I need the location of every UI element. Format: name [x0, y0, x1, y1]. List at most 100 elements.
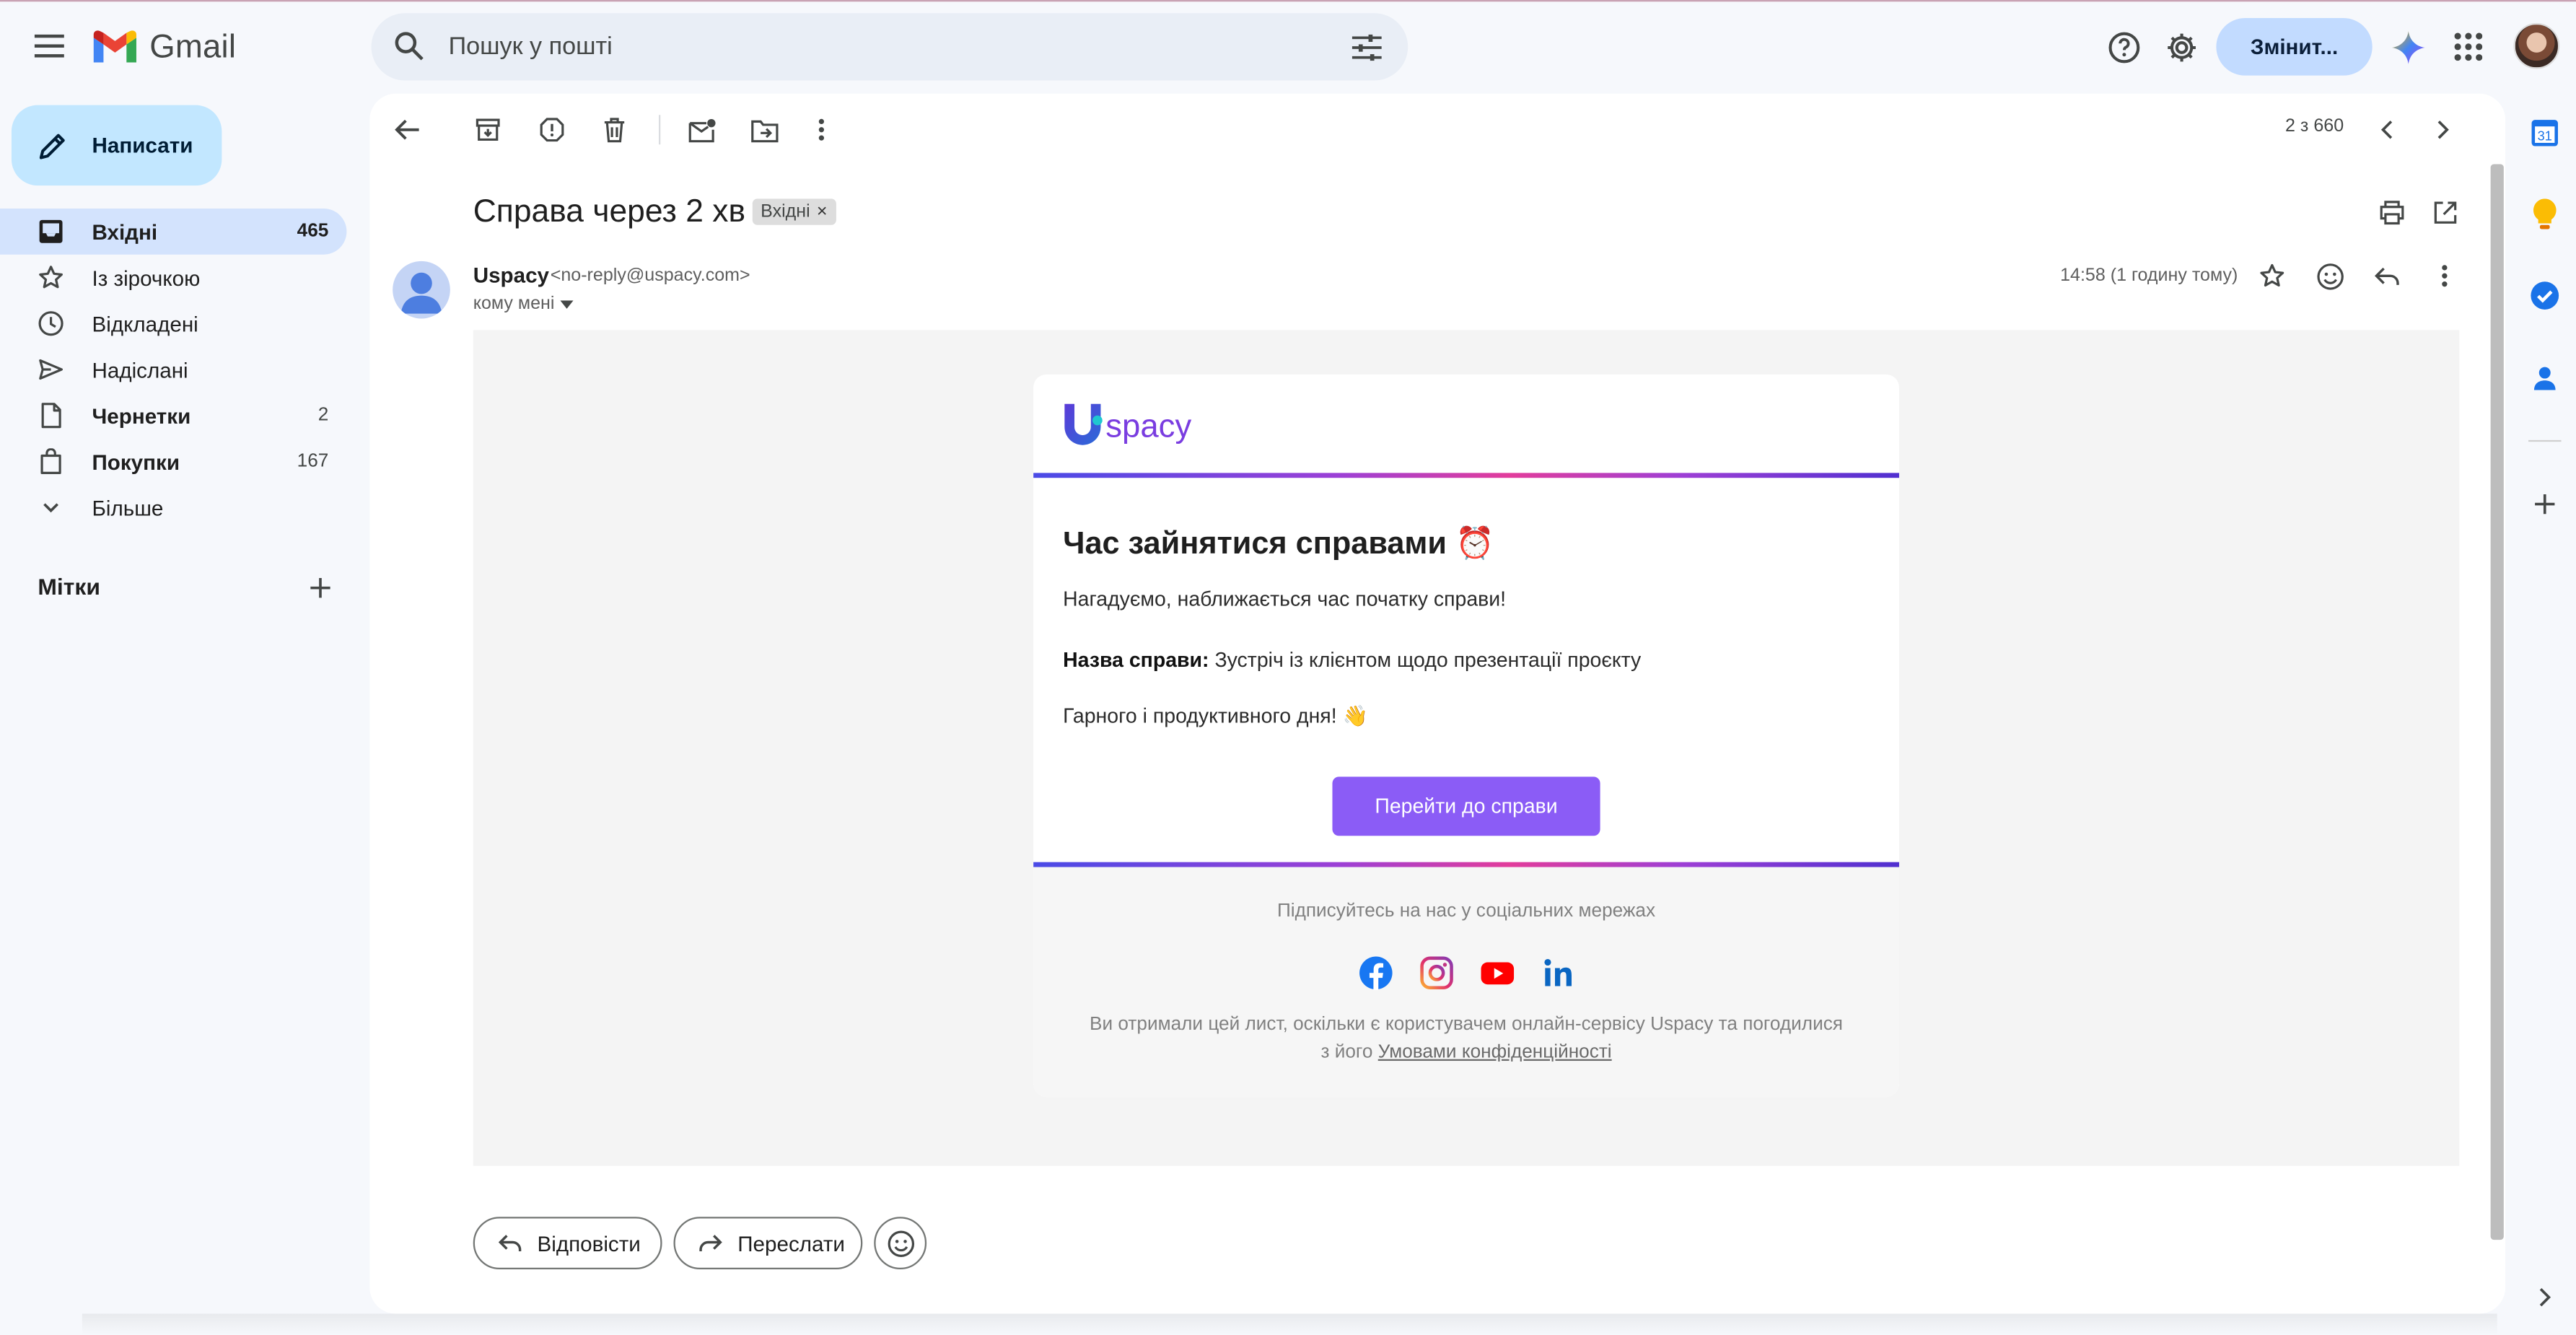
sidebar-item-inbox[interactable]: Вхідні 465 — [0, 209, 347, 255]
help-icon[interactable] — [2106, 30, 2141, 64]
expand-panel-chevron-icon[interactable] — [2528, 1281, 2562, 1314]
sidebar-item-label: Більше — [92, 495, 164, 520]
archive-icon[interactable] — [473, 115, 503, 144]
add-addon-plus-icon[interactable] — [2528, 488, 2562, 521]
rail-divider — [2528, 439, 2562, 442]
uspacy-logo: spacy — [1063, 403, 1214, 449]
email-heading: Час зайнятися справами ⏰ — [1063, 527, 1494, 562]
star-message-icon[interactable] — [2256, 260, 2289, 293]
sidebar-item-starred[interactable]: Із зірочкою — [0, 255, 346, 301]
sender-avatar — [393, 261, 450, 319]
emoji-reaction-button[interactable] — [874, 1217, 927, 1270]
print-icon[interactable] — [2378, 197, 2407, 227]
report-spam-icon[interactable] — [538, 115, 567, 144]
gradient-divider-top — [1033, 473, 1899, 478]
email-card: spacy Час зайнятися справами ⏰ Нагадуємо… — [1033, 374, 1899, 1098]
sidebar-item-label: Покупки — [92, 449, 180, 474]
gmail-m-icon — [93, 30, 136, 63]
forward-arrow-icon — [695, 1228, 724, 1258]
main-menu-button[interactable] — [28, 23, 74, 69]
search-icon[interactable] — [393, 30, 426, 63]
unread-count: 465 — [297, 222, 329, 242]
task-name: Зустріч із клієнтом щодо презентації про… — [1209, 648, 1642, 672]
sidebar-item-sent[interactable]: Надіслані — [0, 346, 346, 393]
sidebar-item-drafts[interactable]: Чернетки 2 — [0, 393, 346, 439]
search-options-icon[interactable] — [1351, 31, 1384, 64]
sender-name[interactable]: Uspacy — [473, 263, 549, 287]
smiley-icon — [886, 1229, 914, 1257]
tasks-check-icon[interactable] — [2528, 279, 2562, 312]
send-icon — [38, 356, 63, 382]
label-chip-text: Вхідні — [761, 201, 810, 222]
instagram-icon[interactable] — [1419, 955, 1454, 990]
youtube-icon[interactable] — [1480, 955, 1515, 990]
settings-gear-icon[interactable] — [2164, 30, 2199, 64]
sidebar-item-label: Відкладені — [92, 311, 198, 336]
search-bar[interactable] — [371, 13, 1409, 81]
back-arrow-icon[interactable] — [393, 115, 422, 144]
keep-bulb-icon[interactable] — [2528, 197, 2562, 230]
reply-icon[interactable] — [2370, 260, 2404, 293]
sidebar-item-label: Надіслані — [92, 356, 188, 382]
purchases-count: 167 — [297, 451, 329, 472]
message-more-vert-icon[interactable] — [2428, 260, 2461, 293]
task-line: Назва справи: Зустріч із клієнтом щодо п… — [1063, 649, 1641, 672]
sidebar-item-label: Вхідні — [92, 219, 158, 244]
compose-button[interactable]: Написати — [11, 105, 222, 186]
account-avatar[interactable] — [2513, 22, 2560, 69]
task-label: Назва справи: — [1063, 648, 1209, 672]
calendar-day: 31 — [2538, 129, 2552, 144]
apps-grid-icon[interactable] — [2451, 30, 2486, 64]
sidebar-item-label: Чернетки — [92, 403, 191, 428]
forward-button[interactable]: Переслати — [673, 1217, 863, 1270]
remove-label-x-icon[interactable]: × — [817, 202, 828, 222]
linkedin-icon[interactable] — [1541, 955, 1576, 990]
legal-text: Ви отримали цей лист, оскільки є користу… — [1033, 1012, 1899, 1067]
bottom-shadow — [82, 1313, 2497, 1335]
sender-email: <no-reply@uspacy.com> — [550, 266, 750, 286]
search-input[interactable] — [448, 13, 1303, 81]
facebook-icon[interactable] — [1359, 955, 1393, 991]
contacts-person-icon[interactable] — [2528, 362, 2562, 395]
move-to-folder-icon[interactable] — [749, 115, 779, 144]
privacy-policy-link[interactable]: Умовами конфіденційності — [1378, 1043, 1612, 1062]
recipient-text: кому мені — [473, 294, 555, 314]
sidebar-nav: Вхідні 465 Із зірочкою Відкладені Надісл… — [0, 209, 364, 530]
reply-arrow-icon — [494, 1228, 524, 1258]
trash-icon[interactable] — [600, 115, 629, 144]
reply-button[interactable]: Відповісти — [473, 1217, 662, 1270]
upgrade-button[interactable]: Змінит... — [2216, 18, 2373, 76]
gmail-logo[interactable]: Gmail — [92, 26, 237, 69]
reminder-text: Нагадуємо, наближається час початку спра… — [1063, 587, 1507, 611]
mark-unread-icon[interactable] — [687, 115, 717, 144]
legal-line-2-prefix: з його — [1320, 1043, 1378, 1063]
open-new-window-icon[interactable] — [2430, 197, 2459, 227]
sidebar-item-snoozed[interactable]: Відкладені — [0, 300, 346, 346]
inbox-label-chip: Вхідні × — [752, 198, 836, 225]
draft-icon — [38, 403, 63, 429]
reply-label: Відповісти — [537, 1230, 641, 1256]
star-icon — [38, 264, 63, 290]
more-vert-icon[interactable] — [807, 115, 836, 144]
inbox-icon — [38, 219, 63, 245]
shopping-icon — [38, 448, 63, 474]
social-title: Підписуйтесь на нас у соціальних мережах — [1276, 901, 1656, 922]
recipient-details-caret-icon[interactable] — [558, 296, 575, 312]
older-chevron-right-icon[interactable] — [2428, 115, 2458, 144]
compose-label: Написати — [92, 133, 193, 158]
pencil-icon — [38, 131, 67, 161]
clock-icon — [38, 310, 63, 336]
add-label-plus-icon[interactable] — [305, 573, 333, 601]
emoji-react-icon[interactable] — [2313, 260, 2347, 293]
newer-chevron-left-icon[interactable] — [2373, 115, 2402, 144]
sidebar-item-purchases[interactable]: Покупки 167 — [0, 439, 346, 485]
drafts-count: 2 — [317, 406, 329, 426]
app-name: Gmail — [149, 28, 237, 65]
gemini-sparkle-icon[interactable] — [2391, 30, 2425, 64]
upgrade-label: Змінит... — [2250, 34, 2339, 59]
calendar-icon[interactable]: 31 — [2528, 117, 2562, 150]
message-timestamp: 14:58 (1 годину тому) — [2060, 266, 2238, 286]
sidebar-item-more[interactable]: Більше — [0, 484, 346, 530]
go-to-task-button[interactable]: Перейти до справи — [1332, 776, 1600, 836]
scrollbar[interactable] — [2490, 164, 2504, 1240]
